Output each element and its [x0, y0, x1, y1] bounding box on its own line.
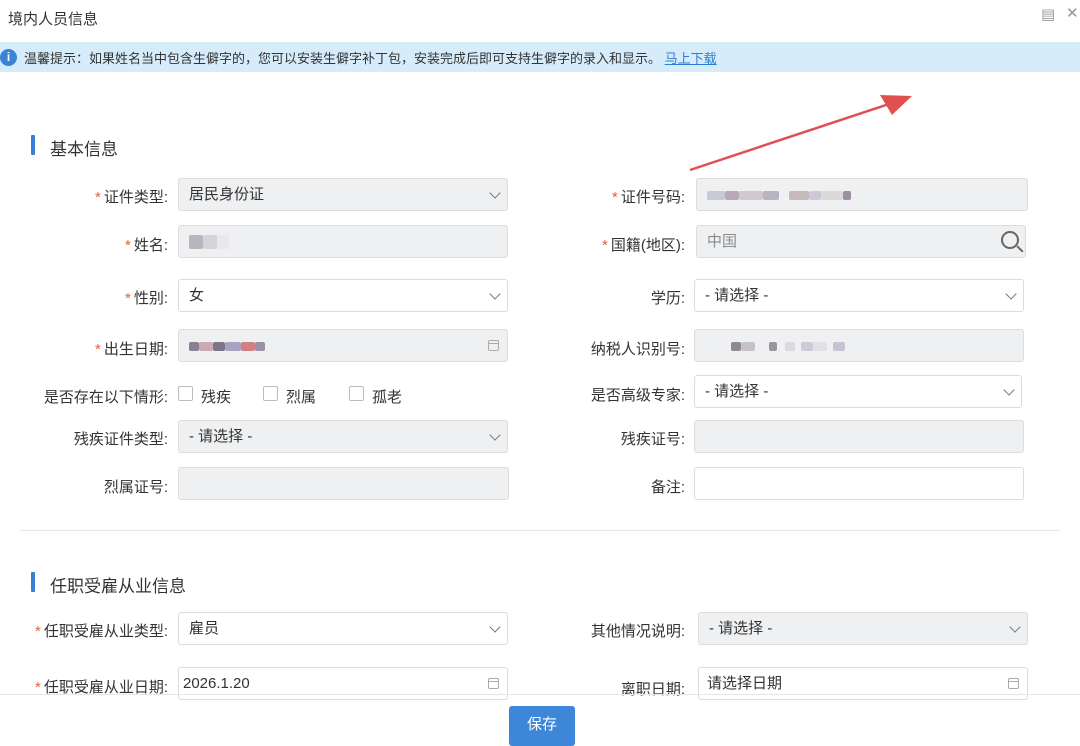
martyr-cert-no-field[interactable]	[178, 467, 509, 500]
disability-cert-no-field[interactable]	[694, 420, 1024, 453]
section-marker	[31, 135, 35, 155]
notice-text: 温馨提示：如果姓名当中包含生僻字的，您可以安装生僻字补丁包，安装完成后即可支持生…	[24, 51, 662, 66]
gender-label: * 性别:	[124, 290, 168, 307]
remarks-field[interactable]	[694, 467, 1024, 500]
leave-date-field[interactable]: 请选择日期	[698, 667, 1028, 700]
senior-expert-label: 是否高级专家:	[590, 387, 685, 404]
remarks-label: 备注:	[650, 479, 685, 496]
birth-date-label: * 出生日期:	[94, 341, 168, 358]
education-value: - 请选择 -	[705, 287, 769, 304]
section-marker	[31, 572, 35, 592]
name-field[interactable]	[178, 225, 508, 258]
gender-value: 女	[189, 287, 205, 304]
id-number-label: * 证件号码:	[611, 189, 685, 206]
disability-cert-type-select[interactable]: - 请选择 -	[178, 420, 508, 453]
martyr-cert-no-label: 烈属证号:	[103, 479, 168, 496]
id-type-value: 居民身份证	[189, 186, 265, 203]
disability-cert-no-label: 残疾证号:	[620, 431, 685, 448]
save-button[interactable]: 保存	[509, 706, 575, 746]
window-title: 境内人员信息	[8, 11, 99, 28]
disabled-checkbox[interactable]	[178, 386, 193, 401]
section-divider	[20, 530, 1060, 531]
senior-expert-value: - 请选择 -	[705, 383, 769, 400]
chevron-down-icon	[489, 429, 501, 441]
martyr-family-checkbox[interactable]	[263, 386, 278, 401]
employment-type-select[interactable]: 雇员	[178, 612, 508, 645]
chevron-down-icon	[1003, 384, 1015, 396]
disability-cert-type-value: - 请选择 -	[189, 428, 253, 445]
employment-date-field[interactable]: 2026.1.20	[178, 667, 508, 700]
search-icon[interactable]	[1001, 231, 1019, 249]
employment-date-value: 2026.1.20	[183, 675, 250, 692]
download-link[interactable]: 马上下载	[665, 51, 717, 66]
gender-select[interactable]: 女	[178, 279, 508, 312]
id-number-field[interactable]	[696, 178, 1028, 211]
notice-banner: i 温馨提示：如果姓名当中包含生僻字的，您可以安装生僻字补丁包，安装完成后即可支…	[0, 42, 1080, 72]
situations-label: 是否存在以下情形:	[43, 389, 168, 406]
section-title-employment: 任职受雇从业信息	[50, 577, 186, 596]
footer-divider	[0, 694, 1080, 695]
chevron-down-icon	[489, 621, 501, 633]
section-title-basic: 基本信息	[50, 140, 118, 159]
nationality-label: * 国籍(地区):	[601, 237, 685, 254]
education-select[interactable]: - 请选择 -	[694, 279, 1024, 312]
calendar-icon	[1008, 678, 1019, 689]
chevron-down-icon	[1005, 288, 1017, 300]
id-type-select[interactable]: 居民身份证	[178, 178, 508, 211]
chevron-down-icon	[1009, 621, 1021, 633]
calendar-icon	[488, 678, 499, 689]
employment-type-value: 雇员	[189, 620, 220, 637]
lonely-elderly-checkbox-label: 孤老	[372, 389, 403, 406]
other-note-value: - 请选择 -	[709, 620, 773, 637]
senior-expert-select[interactable]: - 请选择 -	[694, 375, 1022, 408]
education-label: 学历:	[650, 290, 685, 307]
notice-message: 温馨提示：如果姓名当中包含生僻字的，您可以安装生僻字补丁包，安装完成后即可支持生…	[24, 48, 717, 67]
disabled-checkbox-label: 残疾	[201, 389, 232, 406]
chevron-down-icon	[489, 187, 501, 199]
name-label: * 姓名:	[124, 237, 168, 254]
maximize-icon[interactable]: ▤	[1041, 5, 1055, 23]
nationality-value: 中国	[707, 233, 738, 250]
other-note-select[interactable]: - 请选择 -	[698, 612, 1028, 645]
close-icon[interactable]: ✕	[1066, 4, 1079, 22]
employment-type-label: * 任职受雇从业类型:	[34, 623, 168, 640]
chevron-down-icon	[489, 288, 501, 300]
id-type-label: * 证件类型:	[94, 189, 168, 206]
info-icon: i	[0, 49, 17, 66]
annotation-arrow	[689, 95, 912, 172]
calendar-icon	[488, 340, 499, 351]
leave-date-label: 离职日期:	[620, 681, 685, 698]
birth-date-field[interactable]	[178, 329, 508, 362]
nationality-field[interactable]: 中国	[696, 225, 1026, 258]
martyr-family-checkbox-label: 烈属	[286, 389, 317, 406]
taxpayer-id-field[interactable]	[694, 329, 1024, 362]
other-note-label: 其他情况说明:	[590, 623, 685, 640]
disability-cert-type-label: 残疾证件类型:	[73, 431, 168, 448]
lonely-elderly-checkbox[interactable]	[349, 386, 364, 401]
taxpayer-id-label: 纳税人识别号:	[590, 341, 685, 358]
leave-date-placeholder: 请选择日期	[707, 675, 783, 692]
